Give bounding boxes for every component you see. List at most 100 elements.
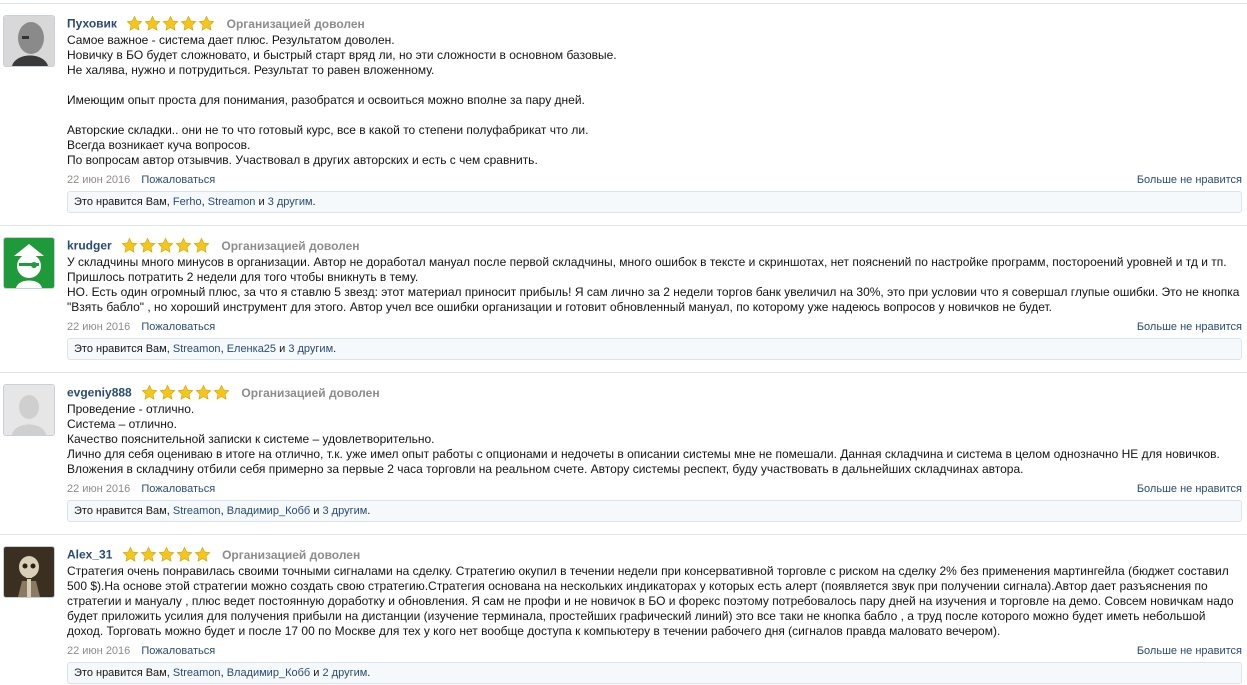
review-meta: 22 июн 2016 Пожаловаться Больше не нрави… xyxy=(67,321,1242,335)
avatar-portrait-icon xyxy=(4,16,54,66)
likes-and: и xyxy=(313,667,320,679)
liker-link[interactable]: Streamon xyxy=(208,196,256,208)
verdict: Организацией доволен xyxy=(222,547,361,562)
username[interactable]: evgeniy888 xyxy=(67,386,132,400)
likes-bar: Это нравится Вам, Ferho, Streamon и 3 др… xyxy=(67,191,1242,213)
unlike-link[interactable]: Больше не нравится xyxy=(1137,645,1242,657)
likes-others-link[interactable]: 2 другим xyxy=(322,667,367,679)
likes-bar: Это нравится Вам, Streamon, Владимир_Коб… xyxy=(67,500,1242,522)
likes-end: . xyxy=(312,196,316,208)
likes-prefix: Это нравится Вам, xyxy=(74,505,170,517)
report-link[interactable]: Пожаловаться xyxy=(141,645,215,657)
star-icon xyxy=(126,15,143,31)
likes-end: . xyxy=(367,505,371,517)
likes-others-link[interactable]: 3 другим xyxy=(322,505,367,517)
review-meta: 22 июн 2016 Пожаловаться Больше не нрави… xyxy=(67,483,1242,497)
star-icon xyxy=(139,237,156,253)
review-text: Проведение - отлично. Система – отлично.… xyxy=(67,402,1220,476)
user-avatar[interactable] xyxy=(3,15,55,67)
likes-prefix: Это нравится Вам, xyxy=(74,343,170,355)
star-icon xyxy=(162,15,179,31)
report-link[interactable]: Пожаловаться xyxy=(141,174,215,186)
rating-stars xyxy=(126,15,216,32)
report-link[interactable]: Пожаловаться xyxy=(141,483,215,495)
star-icon xyxy=(140,546,157,562)
review-text: Самое важное - система дает плюс. Резуль… xyxy=(67,33,617,167)
review-text: У складчины много минусов в организации.… xyxy=(67,255,1240,314)
review-date: 22 июн 2016 xyxy=(67,174,131,186)
likes-and: и xyxy=(313,505,320,517)
review-meta: 22 июн 2016 Пожаловаться Больше не нрави… xyxy=(67,645,1242,659)
star-icon xyxy=(194,546,211,562)
likes-bar: Это нравится Вам, Streamon, Владимир_Коб… xyxy=(67,662,1242,684)
avatar-skull-icon xyxy=(4,547,54,597)
report-link[interactable]: Пожаловаться xyxy=(141,321,215,333)
star-icon xyxy=(175,237,192,253)
likes-end: . xyxy=(367,667,371,679)
verdict: Организацией доволен xyxy=(241,385,380,400)
username[interactable]: Alex_31 xyxy=(67,548,112,562)
star-icon xyxy=(176,546,193,562)
star-icon xyxy=(177,384,194,400)
unlike-link[interactable]: Больше не нравится xyxy=(1137,321,1242,333)
star-icon xyxy=(193,237,210,253)
avatar-pirate-icon xyxy=(4,238,54,288)
star-icon xyxy=(159,384,176,400)
review-header: evgeniy888 Организацией доволен xyxy=(67,384,380,400)
liker-link[interactable]: Владимир_Кобб xyxy=(227,667,311,679)
review-header: Alex_31 Организацией доволен xyxy=(67,546,360,562)
review-date: 22 июн 2016 xyxy=(67,645,131,657)
star-icon xyxy=(141,384,158,400)
rating-stars xyxy=(141,384,231,401)
likes-separator: , xyxy=(201,196,205,208)
review-item: krudger Организацией доволен У складчины… xyxy=(0,225,1247,371)
review-header: krudger Организацией доволен xyxy=(67,237,360,253)
review-item: evgeniy888 Организацией доволен Проведен… xyxy=(0,372,1247,528)
likes-prefix: Это нравится Вам, xyxy=(74,667,170,679)
verdict: Организацией доволен xyxy=(226,16,365,31)
liker-link[interactable]: Владимир_Кобб xyxy=(227,505,311,517)
rating-stars xyxy=(122,546,212,563)
liker-link[interactable]: Streamon xyxy=(173,343,221,355)
likes-and: и xyxy=(279,343,286,355)
review-item: Alex_31 Организацией доволен Стратегия о… xyxy=(0,534,1247,685)
unlike-link[interactable]: Больше не нравится xyxy=(1137,174,1242,186)
likes-prefix: Это нравится Вам, xyxy=(74,196,170,208)
review-meta: 22 июн 2016 Пожаловаться Больше не нрави… xyxy=(67,174,1242,188)
star-icon xyxy=(180,15,197,31)
unlike-link[interactable]: Больше не нравится xyxy=(1137,483,1242,495)
review-date: 22 июн 2016 xyxy=(67,321,131,333)
review-date: 22 июн 2016 xyxy=(67,483,131,495)
user-avatar[interactable] xyxy=(3,384,55,436)
star-icon xyxy=(195,384,212,400)
likes-and: и xyxy=(258,196,265,208)
likes-bar: Это нравится Вам, Streamon, Еленка25 и 3… xyxy=(67,338,1242,360)
username[interactable]: Пуховик xyxy=(67,17,117,31)
likes-end: . xyxy=(333,343,337,355)
default-avatar-icon xyxy=(4,385,54,435)
likes-separator: , xyxy=(220,505,224,517)
star-icon xyxy=(121,237,138,253)
liker-link[interactable]: Еленка25 xyxy=(227,343,276,355)
star-icon xyxy=(157,237,174,253)
likes-separator: , xyxy=(220,343,224,355)
liker-link[interactable]: Streamon xyxy=(173,505,221,517)
username[interactable]: krudger xyxy=(67,239,112,253)
star-icon xyxy=(144,15,161,31)
review-text: Стратегия очень понравилась своими точны… xyxy=(67,564,1234,638)
likes-others-link[interactable]: 3 другим xyxy=(268,196,313,208)
star-icon xyxy=(158,546,175,562)
review-item: Пуховик Организацией доволен Самое важно… xyxy=(0,3,1247,222)
user-avatar[interactable] xyxy=(3,237,55,289)
star-icon xyxy=(122,546,139,562)
review-header: Пуховик Организацией доволен xyxy=(67,15,365,31)
likes-others-link[interactable]: 3 другим xyxy=(288,343,333,355)
user-avatar[interactable] xyxy=(3,546,55,598)
liker-link[interactable]: Ferho xyxy=(173,196,202,208)
star-icon xyxy=(198,15,215,31)
likes-separator: , xyxy=(220,667,224,679)
star-icon xyxy=(213,384,230,400)
rating-stars xyxy=(121,237,211,254)
liker-link[interactable]: Streamon xyxy=(173,667,221,679)
verdict: Организацией доволен xyxy=(221,238,360,253)
